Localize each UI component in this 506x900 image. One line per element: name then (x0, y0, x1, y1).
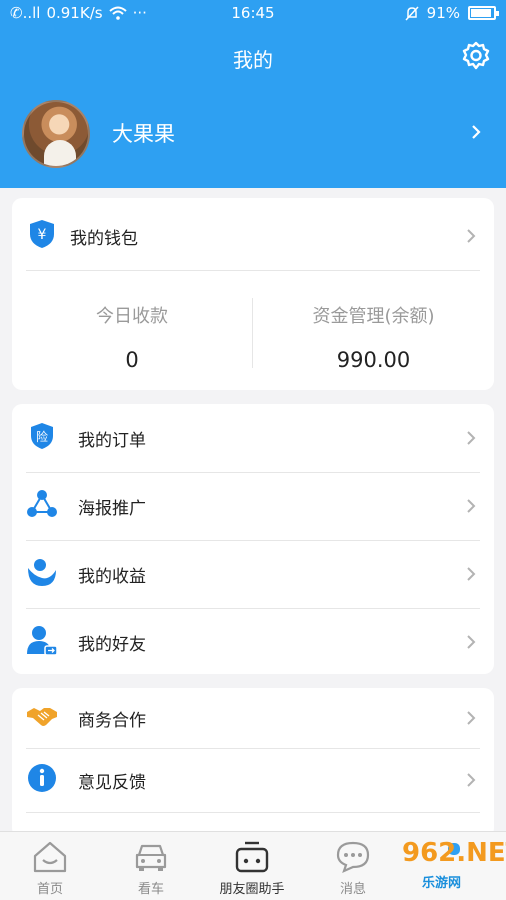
profit-icon (28, 559, 56, 586)
battery-level (471, 9, 492, 17)
menu-item-label: 意见反馈 (78, 773, 146, 793)
menu-item-friends[interactable]: 我的好友 (12, 608, 494, 676)
menu-item-business[interactable]: 商务合作 (12, 688, 494, 748)
chevron-right-icon (467, 773, 476, 787)
share-nodes-icon (27, 490, 57, 517)
fund-balance-value: 990.00 (336, 348, 411, 372)
tab-moments-helper[interactable]: 朋友圈助手 (202, 832, 302, 900)
tab-label: 首页 (36, 882, 63, 897)
chevron-right-icon (467, 711, 476, 725)
wallet-label: 我的钱包 (70, 229, 138, 249)
status-right: 91% (405, 4, 499, 22)
wallet-row[interactable]: ¥ 我的钱包 (12, 202, 494, 270)
today-income-label: 今日收款 (96, 306, 168, 327)
menu-item-poster[interactable]: 海报推广 (12, 472, 494, 540)
today-income-value: 0 (125, 348, 139, 372)
chevron-right-icon (472, 125, 481, 139)
friend-icon (27, 626, 58, 656)
avatar[interactable] (22, 100, 90, 168)
divider (26, 270, 480, 271)
watermark-subtext: 乐游网 (422, 876, 462, 891)
username: 大果果 (112, 122, 175, 146)
gear-icon[interactable] (460, 40, 492, 72)
tab-home[interactable]: 首页 (0, 832, 100, 900)
battery-icon (468, 6, 499, 20)
svg-text:¥: ¥ (38, 227, 47, 243)
svg-text:险: 险 (36, 429, 48, 444)
tab-cars[interactable]: 看车 (101, 832, 201, 900)
chevron-right-icon (467, 431, 476, 445)
fund-balance-label: 资金管理(余额) (312, 306, 435, 327)
menu-item-earnings[interactable]: 我的收益 (12, 540, 494, 608)
page-title: 我的 (233, 48, 273, 72)
wallet-metrics: 今日收款 0 资金管理(余额) 990.00 (12, 288, 494, 378)
menu-item-orders[interactable]: 险 我的订单 (12, 404, 494, 472)
status-bar: ✆..ll 0.91K/s ··· 16:45 91% (0, 0, 506, 26)
menu-card-secondary: 商务合作 意见反馈 (12, 688, 494, 838)
menu-item-label: 商务合作 (78, 711, 146, 731)
battery-percent: 91% (426, 4, 460, 22)
yen-shield-icon: ¥ (30, 220, 54, 248)
tab-label: 看车 (137, 882, 164, 897)
divider (26, 812, 480, 813)
profile-header[interactable]: 大果果 (0, 98, 506, 170)
chevron-right-icon (467, 635, 476, 649)
today-income[interactable]: 今日收款 0 (12, 288, 252, 378)
watermark-text: 962.NET (402, 838, 506, 868)
tab-label: 朋友圈助手 (219, 882, 285, 897)
home-icon (33, 841, 67, 873)
chevron-right-icon (467, 499, 476, 513)
chevron-right-icon (467, 567, 476, 581)
menu-item-label: 我的好友 (78, 635, 146, 655)
mute-bell-icon (405, 5, 419, 21)
handshake-icon (27, 708, 57, 726)
friends-helper-icon (235, 841, 269, 873)
info-icon (28, 764, 56, 792)
menu-item-label: 我的订单 (78, 431, 146, 451)
car-icon (135, 844, 167, 871)
fund-balance[interactable]: 资金管理(余额) 990.00 (253, 288, 494, 378)
menu-item-label: 海报推广 (78, 499, 146, 519)
insurance-shield-icon: 险 (31, 423, 53, 449)
menu-item-feedback[interactable]: 意见反馈 (12, 748, 494, 812)
menu-card-main: 险 我的订单 海报推广 我的收益 我的好友 (12, 404, 494, 674)
menu-item-label: 我的收益 (78, 567, 146, 587)
wallet-card: ¥ 我的钱包 今日收款 0 资金管理(余额) 990.00 (12, 198, 494, 390)
watermark-logo: 962.NET 乐游网 (366, 832, 506, 900)
chevron-right-icon (467, 229, 476, 243)
